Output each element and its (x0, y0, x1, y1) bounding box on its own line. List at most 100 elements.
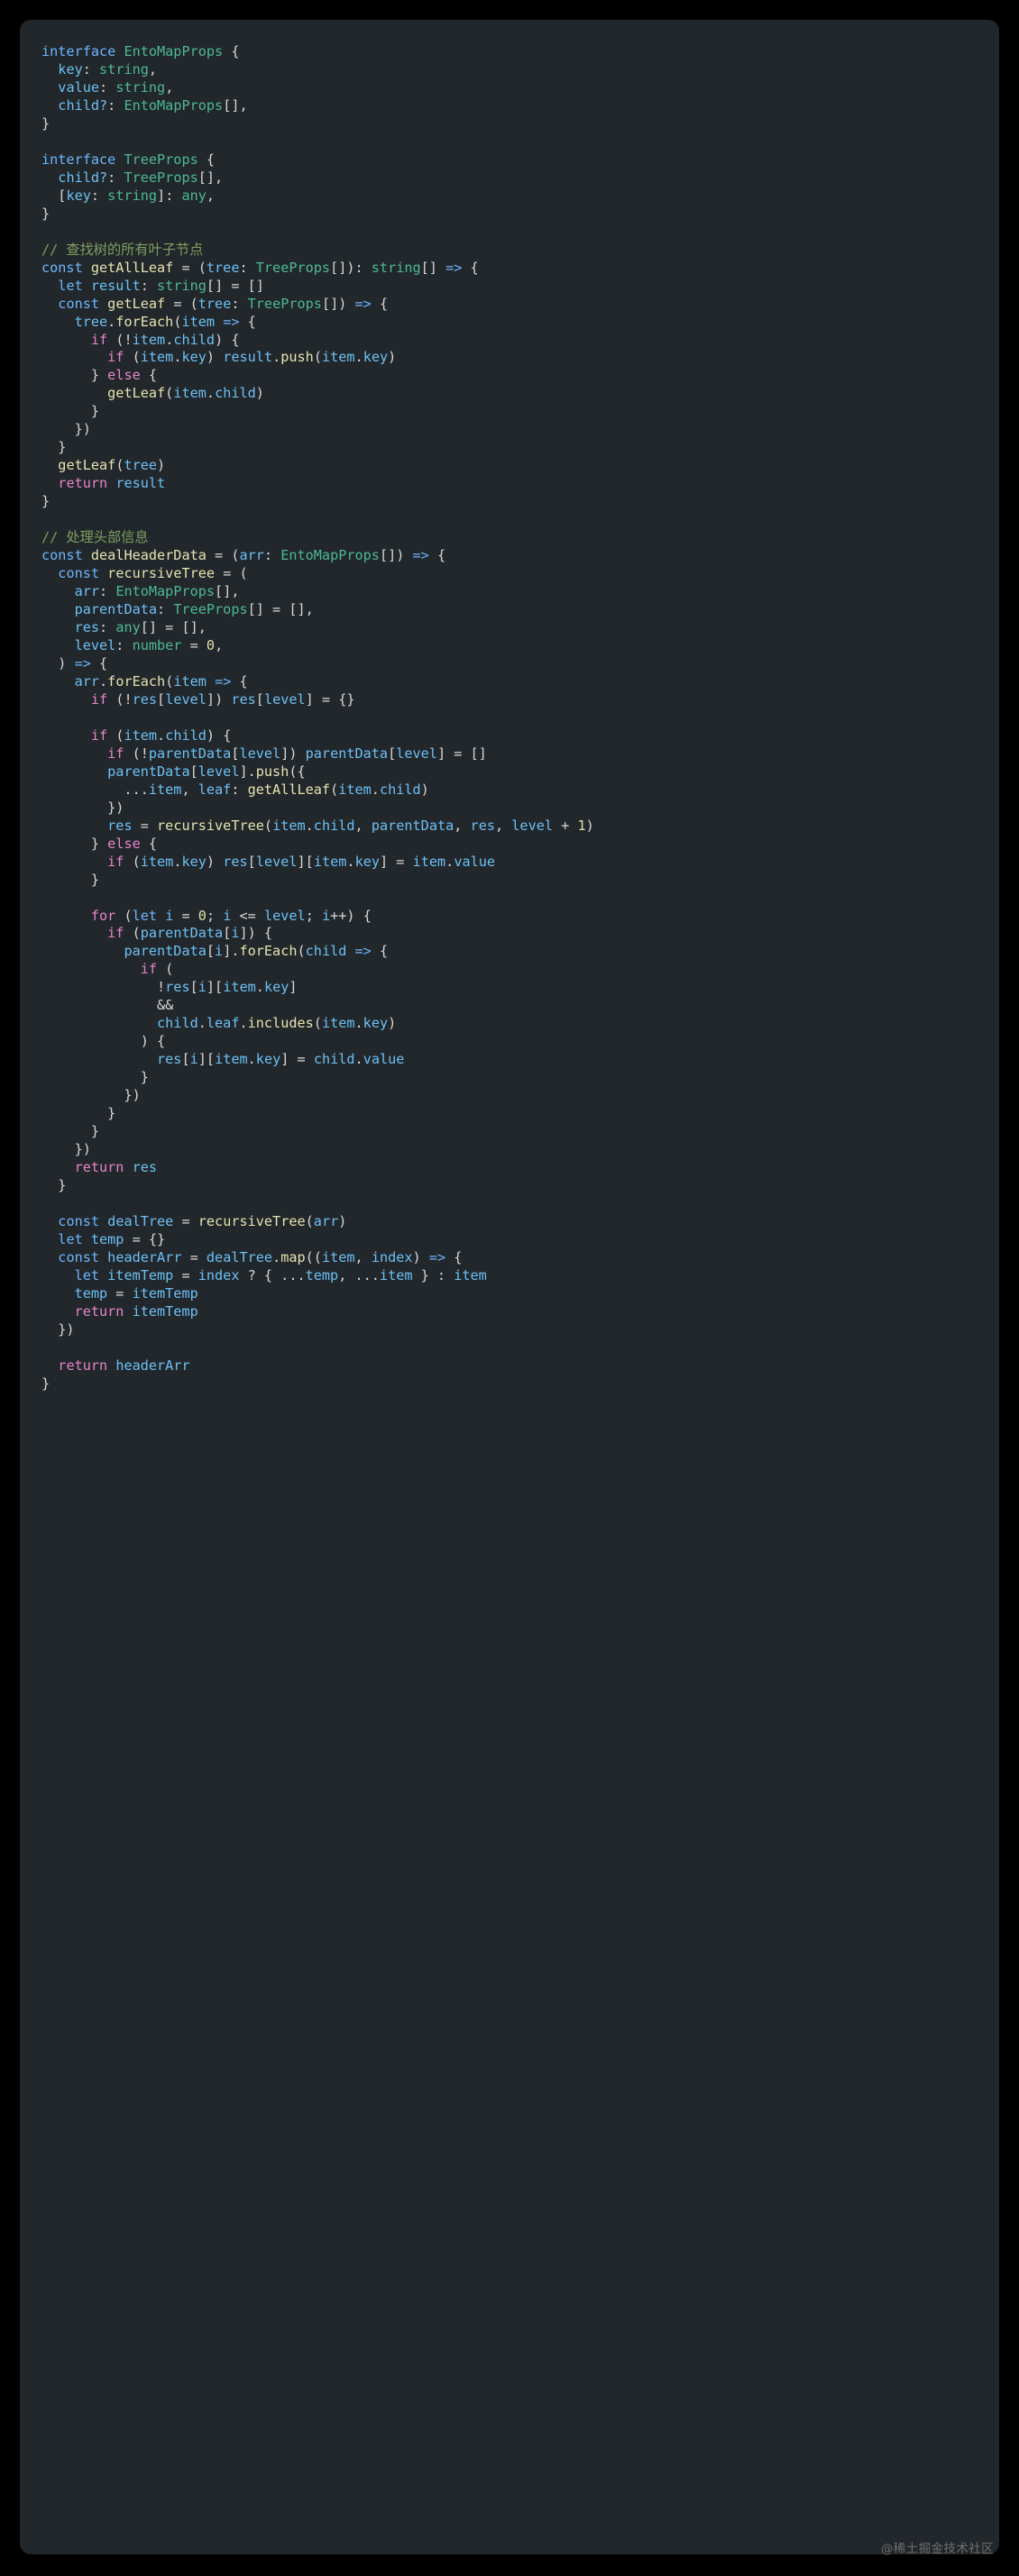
code-line: parentData: TreeProps[] = [], (41, 601, 999, 619)
code-token: EntoMapProps (115, 583, 216, 600)
code-token: item (272, 817, 306, 834)
code-token: ( (313, 1015, 322, 1032)
code-token: interface (41, 43, 124, 59)
code-token: ) (388, 1015, 397, 1032)
code-token: : (239, 259, 256, 276)
code-token: push (255, 763, 289, 780)
code-line: const headerArr = dealTree.map((item, in… (41, 1249, 999, 1267)
code-token: key (363, 349, 389, 366)
code-token: , (494, 817, 512, 834)
code-token: level (255, 853, 298, 870)
code-token: + (553, 817, 578, 834)
code-token: [ (223, 925, 232, 942)
code-token: ( (124, 853, 141, 870)
code-token: , (215, 636, 224, 653)
code-token: [] (420, 259, 446, 276)
code-token: => (354, 295, 372, 312)
code-token: if (107, 853, 124, 870)
code-token: } (41, 1123, 100, 1140)
code-token: item (140, 349, 174, 366)
code-token: ) (206, 349, 224, 366)
code-line: } (41, 403, 999, 421)
code-token: string (157, 277, 207, 294)
code-token: [ (189, 763, 198, 780)
code-line: } (41, 206, 999, 224)
code-token: ) (388, 349, 397, 366)
code-token: { (223, 43, 240, 59)
code-token: ( (124, 349, 141, 366)
code-token: []) (321, 295, 355, 312)
code-token: . (371, 781, 380, 798)
code-token: }) (41, 1087, 141, 1104)
code-line: interface EntoMapProps { (41, 43, 999, 61)
code-token: else (107, 835, 141, 852)
code-token: i (231, 925, 240, 942)
code-line: const dealTree = recursiveTree(arr) (41, 1213, 999, 1231)
code-token: . (197, 1015, 207, 1032)
code-line: // 查找树的所有叶子节点 (41, 242, 999, 260)
code-token: TreeProps (124, 151, 198, 168)
code-token: ) (157, 457, 166, 474)
code-token: item (181, 313, 216, 330)
code-token: includes (247, 1015, 314, 1032)
code-token: : (231, 295, 248, 312)
code-token: , (165, 78, 174, 96)
code-token: => (223, 313, 240, 330)
code-token: { (445, 1248, 463, 1265)
code-token: let (58, 277, 91, 294)
code-token: ... (41, 781, 149, 798)
code-line: getLeaf(item.child) (41, 385, 999, 403)
code-token: [], (197, 169, 224, 186)
code-token: map (280, 1248, 306, 1265)
code-token: ] (289, 979, 298, 996)
code-token: item (148, 781, 182, 798)
code-token: ; (206, 907, 224, 924)
code-line: if (parentData[i]) { (41, 925, 999, 943)
code-token: res (223, 853, 248, 870)
code-token: ) (412, 1248, 429, 1265)
code-line: value: string, (41, 79, 999, 97)
code-token: temp (90, 1230, 124, 1247)
code-token: const (58, 565, 108, 582)
code-line: } else { (41, 367, 999, 385)
code-token: // 查找树的所有叶子节点 (41, 241, 204, 258)
code-token: => (445, 259, 463, 276)
code-token: : (99, 583, 116, 600)
code-token: res (132, 690, 158, 708)
code-token: ]. (223, 943, 240, 960)
code-token: { (140, 835, 158, 852)
code-token: . (354, 1015, 363, 1032)
code-token: { (197, 151, 216, 168)
code-token: ) (585, 817, 594, 834)
code-line: res: any[] = [], (41, 619, 999, 637)
code-line: return result (41, 475, 999, 493)
code-token: index (197, 1266, 240, 1283)
code-token: ]) (206, 690, 232, 708)
code-line: return itemTemp (41, 1303, 999, 1321)
code-token: key (181, 349, 207, 366)
code-line: let temp = {} (41, 1231, 999, 1249)
code-line: if (!item.child) { (41, 332, 999, 350)
code-token: (! (107, 690, 133, 708)
code-token: { (371, 295, 389, 312)
code-token: ({ (289, 763, 306, 780)
code-line: arr: EntoMapProps[], (41, 583, 999, 601)
code-token: arr (74, 583, 100, 600)
code-token: level (511, 817, 553, 834)
code-token: key (58, 60, 83, 78)
code-token: child (173, 331, 216, 348)
code-token: { (231, 672, 248, 690)
code-token: . (346, 853, 355, 870)
